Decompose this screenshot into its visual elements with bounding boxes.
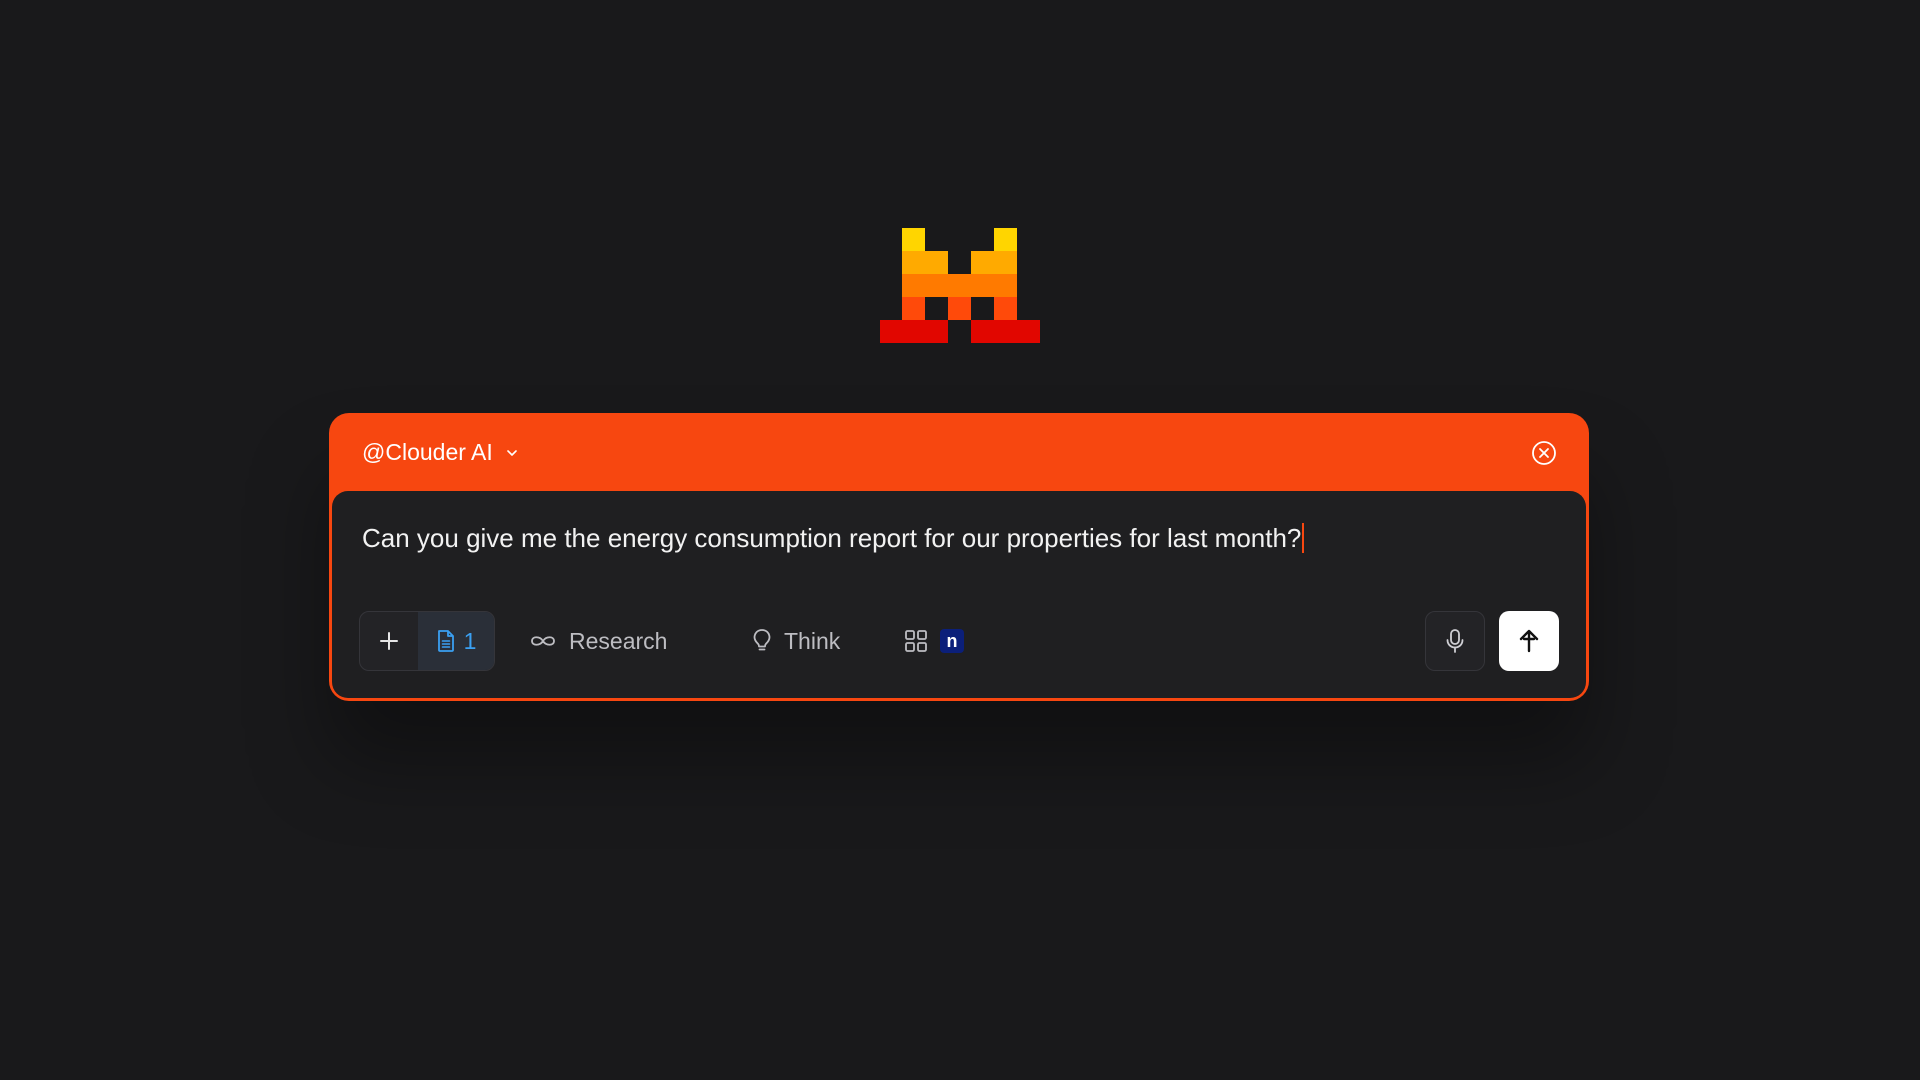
notion-icon: n xyxy=(940,629,964,653)
composer-header: @Clouder AI xyxy=(329,413,1589,491)
lightbulb-icon xyxy=(753,629,771,651)
agent-selector[interactable]: @Clouder AI xyxy=(362,435,519,469)
composer-toolbar: 1 Research Think n xyxy=(359,611,1559,671)
chevron-down-icon xyxy=(506,450,517,456)
voice-input-button[interactable] xyxy=(1425,611,1485,671)
integrations-button[interactable]: n xyxy=(904,611,964,671)
chat-composer: @Clouder AI Can you give me the energy c… xyxy=(329,413,1589,701)
add-attachment-button[interactable] xyxy=(360,612,418,670)
logo-icon xyxy=(880,228,1040,343)
plus-icon xyxy=(380,632,398,650)
text-caret xyxy=(1302,523,1305,554)
attachment-group: 1 xyxy=(359,611,495,671)
prompt-input[interactable]: Can you give me the energy consumption r… xyxy=(362,521,1556,555)
composer-body: Can you give me the energy consumption r… xyxy=(332,491,1586,698)
agent-label: @Clouder AI xyxy=(362,438,493,465)
grid-icon xyxy=(905,630,927,652)
infinity-icon xyxy=(531,636,555,646)
close-circle-icon[interactable] xyxy=(1531,440,1557,466)
document-icon xyxy=(437,630,454,652)
attached-files-count: 1 xyxy=(463,627,477,654)
research-button[interactable]: Research xyxy=(529,611,667,671)
think-label: Think xyxy=(784,627,841,654)
send-button[interactable] xyxy=(1499,611,1559,671)
attached-files-button[interactable]: 1 xyxy=(418,612,494,670)
prompt-text: Can you give me the energy consumption r… xyxy=(362,523,1302,553)
page: @Clouder AI Can you give me the energy c… xyxy=(0,0,1920,1080)
arrow-up-icon xyxy=(1519,629,1539,653)
think-button[interactable]: Think xyxy=(752,611,840,671)
microphone-icon xyxy=(1446,629,1464,653)
research-label: Research xyxy=(569,627,668,654)
notion-letter: n xyxy=(946,631,958,651)
